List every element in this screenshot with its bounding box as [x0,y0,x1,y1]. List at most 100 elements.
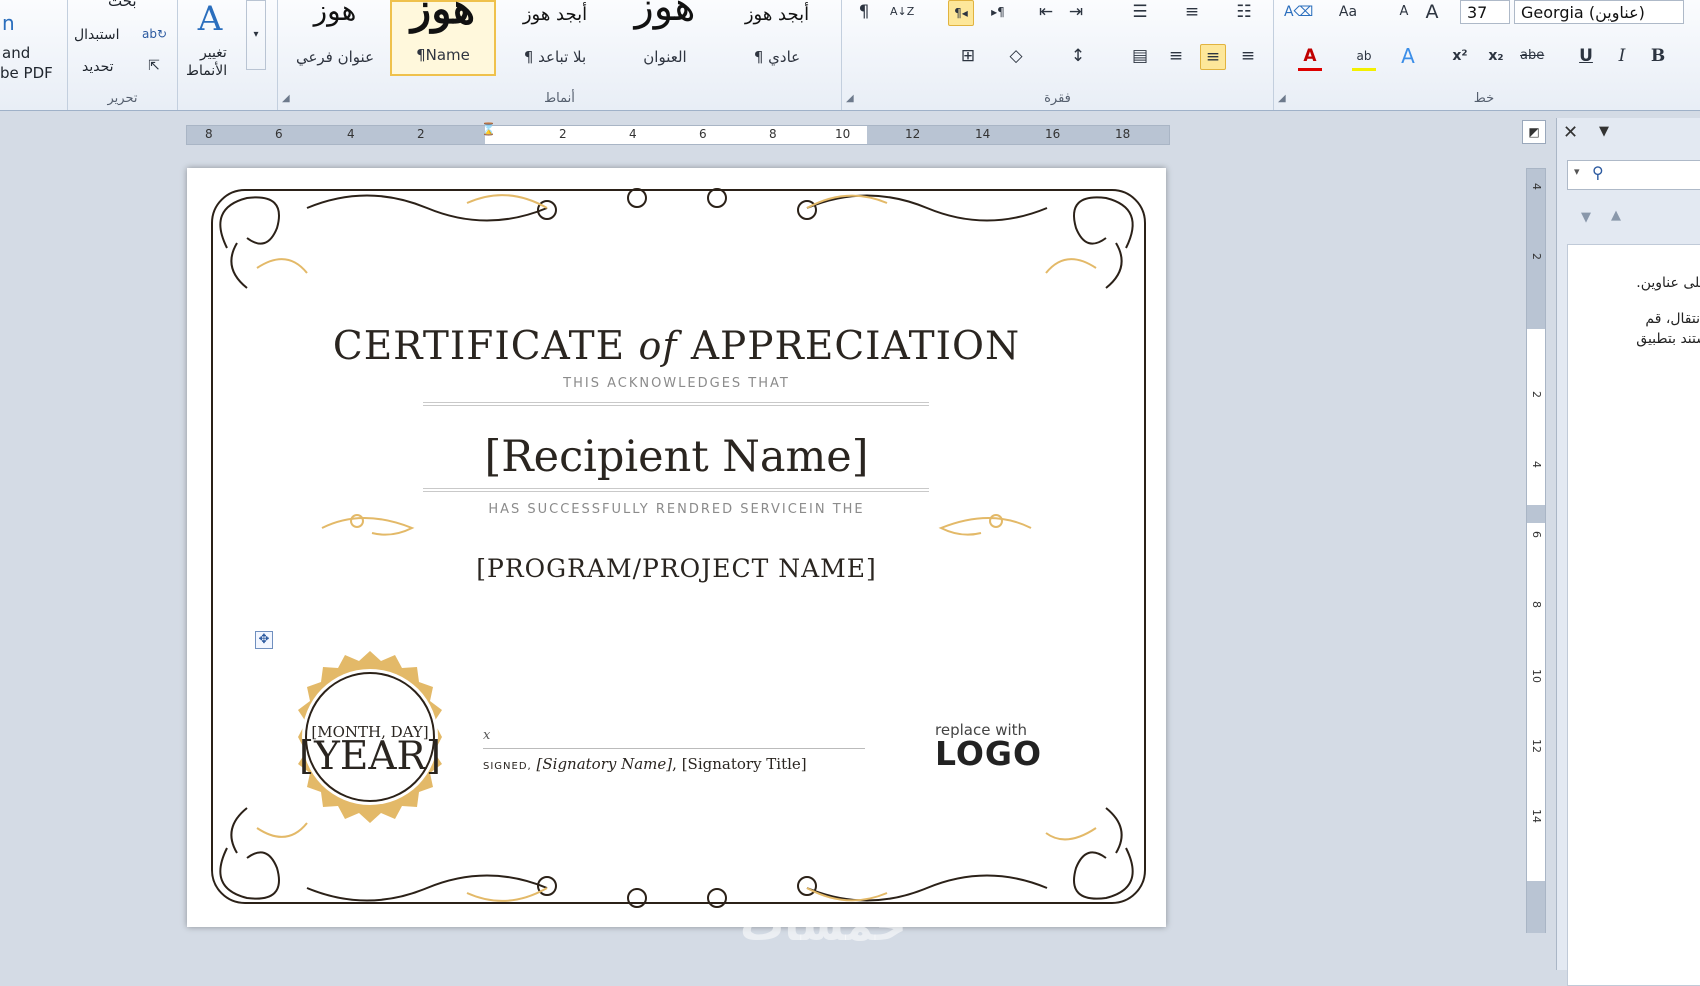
sort-icon[interactable]: A↓Z [890,0,914,24]
style-subtitle[interactable]: هوز عنوان فرعي [282,0,388,76]
ruler-number: 2 [1530,253,1543,260]
ruler-number: 2 [1530,391,1543,398]
highlight-icon[interactable]: ab [1352,44,1376,71]
seal-year[interactable]: [YEAR] [282,734,458,779]
signature-block[interactable]: SIGNED, [Signatory Name], [Signatory Tit… [483,755,807,773]
styles-group-label: أنماط [544,91,575,106]
divider-top [423,402,929,406]
next-heading-icon[interactable]: ▲ [1611,208,1621,223]
signed-label: SIGNED, [483,761,532,772]
style-label: العنوان [643,48,687,66]
acknowledges-text[interactable]: THIS ACKNOWLEDGES THAT [187,376,1166,391]
align-center-icon[interactable]: ≡ [1200,44,1226,70]
ruler-margin-mid [1527,505,1545,523]
style-no-spacing[interactable]: أبجد هوز ¶ بلا تباعد [502,0,608,76]
ruler-toggle-icon[interactable]: ◩ [1522,120,1546,144]
bold-icon[interactable]: B [1646,44,1670,68]
editing-group: بحث استبدال ab↻ تحديد ⇱ تحرير [68,0,178,110]
save-pdf-label-2[interactable]: be PDF [0,64,53,82]
logo-placeholder[interactable]: LOGO [935,734,1042,773]
pane-search-input[interactable]: ▾ ⚲ [1567,160,1700,190]
document-page[interactable]: CERTIFICATE of APPRECIATION THIS ACKNOWL… [187,168,1166,927]
font-name-field[interactable]: Georgia (عناوين) [1514,0,1684,24]
divider-bottom [423,488,929,492]
ruler-margin-left [187,126,485,144]
style-name[interactable]: هوز ¶Name [390,0,496,76]
replace-icon[interactable]: ab↻ [142,22,167,46]
rtl-direction-icon[interactable]: ▸¶ [986,0,1010,24]
change-case-icon[interactable]: Aa [1336,0,1360,24]
change-styles-label-2[interactable]: الأنماط [186,62,227,80]
bullet-list-icon[interactable]: ☷ [1232,0,1256,24]
pane-text-line: على عناوين. [1636,275,1700,291]
style-title[interactable]: هوز العنوان [612,0,718,76]
pdf-icon[interactable]: n [2,13,15,33]
multilevel-list-icon[interactable]: ☰ [1128,0,1152,24]
clear-formatting-icon[interactable]: A⌫ [1284,0,1313,24]
rendered-service-text[interactable]: HAS SUCCESSFULLY RENDRED SERVICEIN THE [187,502,1166,517]
horizontal-ruler[interactable]: 8 6 4 2 2 4 6 8 10 12 14 16 18 ⌛ [186,122,1170,145]
style-normal[interactable]: أبجد هوز ¶ عادي [724,0,830,76]
text-effects-icon[interactable]: A [1396,44,1420,68]
font-size-field[interactable]: 37 [1460,0,1510,24]
signatory-name: [Signatory Name] [536,755,673,773]
ruler-number: 8 [1530,601,1543,608]
dropdown-arrow-icon[interactable]: ▾ [1574,165,1580,178]
line-spacing-icon[interactable]: ↕ [1066,44,1090,68]
change-styles-label-1[interactable]: تغيير [200,44,227,62]
previous-heading-icon[interactable]: ▼ [1581,210,1591,225]
decrease-indent-icon[interactable]: ⇤ [1034,0,1058,24]
strikethrough-icon[interactable]: abe [1520,44,1544,68]
navigation-pane: ✕ ▼ ▾ ⚲ ▼ ▲ على عناوين. لانتقال، قم ستند… [1556,118,1700,986]
chevron-down-icon[interactable]: ▼ [1599,124,1609,139]
ruler-number: 14 [1530,809,1543,823]
justify-icon[interactable]: ▤ [1128,44,1152,68]
watermark-logo: خمسات [740,900,907,951]
close-icon[interactable]: ✕ [1563,122,1578,143]
vertical-ruler[interactable]: 4 2 2 4 6 8 10 12 14 [1526,168,1546,933]
cursor-icon[interactable]: ⇱ [142,54,166,78]
shading-icon[interactable]: ◇ [1004,44,1028,68]
subscript-icon[interactable]: x₂ [1484,44,1508,68]
title-part-certificate: CERTIFICATE [332,324,626,369]
select-button[interactable]: تحديد [82,58,114,76]
grow-font-icon[interactable]: A [1420,0,1444,24]
table-move-handle-icon[interactable]: ✥ [255,631,273,649]
title-part-appreciation: APPRECIATION [690,324,1021,369]
style-label: ¶Name [416,46,470,64]
ruler-number: 10 [835,127,851,141]
align-left-icon[interactable]: ≡ [1236,44,1260,68]
shrink-font-icon[interactable]: A [1392,0,1416,24]
numbered-list-icon[interactable]: ≡ [1180,0,1204,24]
recipient-name[interactable]: [Recipient Name] [187,432,1166,482]
style-preview: أبجد هوز [522,4,588,25]
ruler-number: 12 [905,127,921,141]
save-pdf-label-1[interactable]: and [2,44,30,62]
search-icon[interactable]: ⚲ [1592,163,1604,182]
ruler-number: 16 [1045,127,1061,141]
increase-indent-icon[interactable]: ⇥ [1064,0,1088,24]
font-color-icon[interactable]: A [1298,44,1322,71]
indent-marker-icon[interactable]: ⌛ [481,122,496,136]
pilcrow-icon[interactable]: ¶ [852,0,876,24]
align-right-icon[interactable]: ≡ [1164,44,1188,68]
borders-icon[interactable]: ⊞ [956,44,980,68]
underline-icon[interactable]: U [1574,44,1598,68]
ruler-number: 4 [1530,461,1543,468]
italic-icon[interactable]: I [1610,44,1634,68]
ruler-number: 4 [1530,183,1543,190]
gallery-scroll-icon[interactable]: ▾ [246,0,266,70]
paragraph-group: ¶ A↓Z ¶◂ ▸¶ ⇤ ⇥ ☰ ≡ ☷ ⊞ ◇ ↕ ▤ ≡ ≡ ≡ ◢ فق… [842,0,1274,110]
ltr-direction-icon[interactable]: ¶◂ [948,0,974,26]
certificate-title[interactable]: CERTIFICATE of APPRECIATION [187,324,1166,369]
superscript-icon[interactable]: x² [1448,44,1472,68]
replace-button[interactable]: استبدال [74,26,119,44]
title-part-of: of [638,324,678,368]
signatory-separator: , [672,755,677,773]
editing-group-label: تحرير [107,91,138,106]
ruler-number: 10 [1530,669,1543,683]
style-label: عنوان فرعي [295,48,375,66]
styles-a-icon[interactable]: A [190,0,230,40]
program-name[interactable]: [PROGRAM/PROJECT NAME] [187,554,1166,583]
find-button[interactable]: بحث [108,0,137,10]
